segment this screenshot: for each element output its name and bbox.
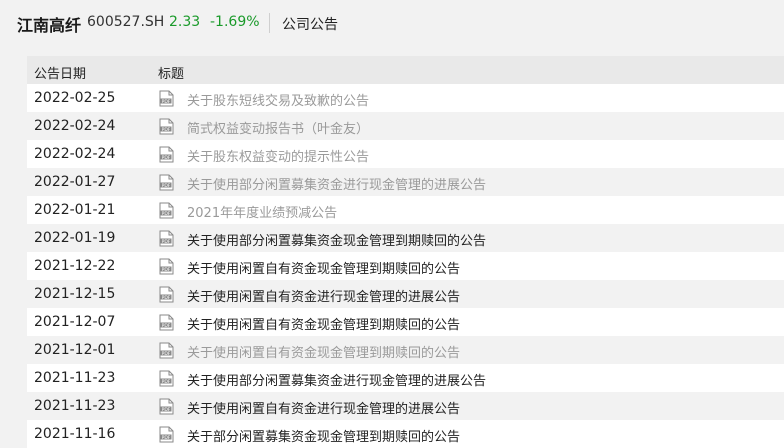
stock-name: 江南高纤 xyxy=(17,16,82,35)
pdf-file-icon[interactable]: PDF xyxy=(159,174,174,191)
announcement-title-link[interactable]: 关于使用闲置自有资金进行现金管理的进展公告 xyxy=(187,286,460,305)
announcement-date: 2022-01-19 xyxy=(34,230,116,246)
table-row[interactable]: 2021-12-15 PDF 关于使用闲置自有资金进行现金管理的进展公告 xyxy=(27,280,784,308)
announcement-title-link[interactable]: 关于使用部分闲置募集资金现金管理到期赎回的公告 xyxy=(187,230,486,249)
announcement-title-link[interactable]: 关于使用部分闲置募集资金进行现金管理的进展公告 xyxy=(187,370,486,389)
svg-text:PDF: PDF xyxy=(162,211,171,217)
table-row[interactable]: 2021-12-22 PDF 关于使用闲置自有资金现金管理到期赎回的公告 xyxy=(27,252,784,280)
stock-header: 江南高纤 600527.SH 2.33 -1.69% 公司公告 xyxy=(0,0,784,46)
announcement-date: 2022-02-24 xyxy=(34,146,116,162)
pdf-file-icon[interactable]: PDF xyxy=(159,286,174,303)
announcement-date: 2022-01-27 xyxy=(34,174,116,190)
announcement-date: 2021-12-01 xyxy=(34,342,116,358)
pdf-file-icon[interactable]: PDF xyxy=(159,202,174,219)
table-row[interactable]: 2021-12-07 PDF 关于使用闲置自有资金现金管理到期赎回的公告 xyxy=(27,308,784,336)
announcement-date: 2021-11-16 xyxy=(34,426,116,442)
announcement-title-link[interactable]: 2021年年度业绩预减公告 xyxy=(187,202,337,221)
table-row[interactable]: 2021-11-23 PDF 关于使用部分闲置募集资金进行现金管理的进展公告 xyxy=(27,364,784,392)
table-row[interactable]: 2022-02-24 PDF 关于股东权益变动的提示性公告 xyxy=(27,140,784,168)
pdf-file-icon[interactable]: PDF xyxy=(159,146,174,163)
announcement-date: 2021-11-23 xyxy=(34,370,116,386)
pdf-file-icon[interactable]: PDF xyxy=(159,398,174,415)
table-row[interactable]: 2021-11-16 PDF 关于部分闲置募集资金现金管理到期赎回的公告 xyxy=(27,420,784,448)
table-row[interactable]: 2022-01-21 PDF 2021年年度业绩预减公告 xyxy=(27,196,784,224)
table-row[interactable]: 2021-11-23 PDF 关于使用闲置自有资金进行现金管理的进展公告 xyxy=(27,392,784,420)
table-row[interactable]: 2022-01-27 PDF 关于使用部分闲置募集资金进行现金管理的进展公告 xyxy=(27,168,784,196)
svg-text:PDF: PDF xyxy=(162,183,171,189)
pdf-file-icon[interactable]: PDF xyxy=(159,426,174,443)
column-header-date: 公告日期 xyxy=(34,67,87,82)
announcement-date: 2021-12-15 xyxy=(34,286,116,302)
announcement-date: 2022-01-21 xyxy=(34,202,116,218)
announcement-date: 2021-12-22 xyxy=(34,258,116,274)
svg-text:PDF: PDF xyxy=(162,323,171,329)
header-divider xyxy=(269,13,270,33)
table-row[interactable]: 2022-02-25 PDF 关于股东短线交易及致歉的公告 xyxy=(27,84,784,112)
announcement-title-link[interactable]: 关于股东权益变动的提示性公告 xyxy=(187,146,369,165)
svg-text:PDF: PDF xyxy=(162,435,171,441)
announcement-title-link[interactable]: 关于股东短线交易及致歉的公告 xyxy=(187,90,369,109)
announcement-title-link[interactable]: 关于使用闲置自有资金现金管理到期赎回的公告 xyxy=(187,258,460,277)
announcement-date: 2021-11-23 xyxy=(34,398,116,414)
svg-text:PDF: PDF xyxy=(162,407,171,413)
svg-text:PDF: PDF xyxy=(162,99,171,105)
svg-text:PDF: PDF xyxy=(162,351,171,357)
announcement-date: 2021-12-07 xyxy=(34,314,116,330)
announcement-table: 公告日期 标题 2022-02-25 PDF 关于股东短线交易及致歉的公告 2022-… xyxy=(27,56,784,448)
pdf-file-icon[interactable]: PDF xyxy=(159,342,174,359)
announcement-title-link[interactable]: 关于部分闲置募集资金现金管理到期赎回的公告 xyxy=(187,426,460,445)
svg-text:PDF: PDF xyxy=(162,127,171,133)
pdf-file-icon[interactable]: PDF xyxy=(159,258,174,275)
pdf-file-icon[interactable]: PDF xyxy=(159,370,174,387)
announcement-title-link[interactable]: 关于使用闲置自有资金现金管理到期赎回的公告 xyxy=(187,342,460,361)
svg-text:PDF: PDF xyxy=(162,267,171,273)
table-row[interactable]: 2022-02-24 PDF 简式权益变动报告书（叶金友） xyxy=(27,112,784,140)
pdf-file-icon[interactable]: PDF xyxy=(159,90,174,107)
pdf-file-icon[interactable]: PDF xyxy=(159,118,174,135)
announcement-date: 2022-02-24 xyxy=(34,118,116,134)
announcement-title-link[interactable]: 关于使用闲置自有资金进行现金管理的进展公告 xyxy=(187,398,460,417)
svg-text:PDF: PDF xyxy=(162,155,171,161)
announcement-title-link[interactable]: 关于使用部分闲置募集资金进行现金管理的进展公告 xyxy=(187,174,486,193)
stock-code: 600527.SH xyxy=(87,14,165,30)
table-row[interactable]: 2022-01-19 PDF 关于使用部分闲置募集资金现金管理到期赎回的公告 xyxy=(27,224,784,252)
column-header-title: 标题 xyxy=(158,67,185,82)
pdf-file-icon[interactable]: PDF xyxy=(159,314,174,331)
table-row[interactable]: 2021-12-01 PDF 关于使用闲置自有资金现金管理到期赎回的公告 xyxy=(27,336,784,364)
announcement-title-link[interactable]: 关于使用闲置自有资金现金管理到期赎回的公告 xyxy=(187,314,460,333)
stock-change-percent: -1.69% xyxy=(210,14,260,30)
svg-text:PDF: PDF xyxy=(162,295,171,301)
stock-price: 2.33 xyxy=(169,14,201,30)
pdf-file-icon[interactable]: PDF xyxy=(159,230,174,247)
section-title: 公司公告 xyxy=(282,17,338,33)
svg-text:PDF: PDF xyxy=(162,379,171,385)
svg-text:PDF: PDF xyxy=(162,239,171,245)
table-header: 公告日期 标题 xyxy=(27,56,784,84)
announcement-title-link[interactable]: 简式权益变动报告书（叶金友） xyxy=(187,118,369,137)
announcement-date: 2022-02-25 xyxy=(34,90,116,106)
